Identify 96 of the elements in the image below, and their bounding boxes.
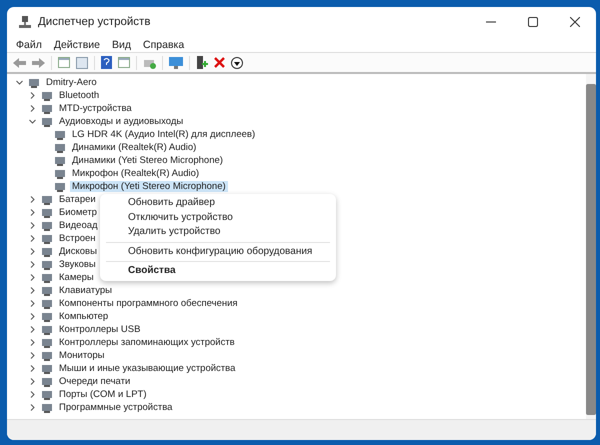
device-icon <box>41 232 53 244</box>
expand-chevron-icon[interactable] <box>28 196 36 203</box>
expand-chevron-icon[interactable] <box>28 378 36 385</box>
device-icon <box>41 90 53 102</box>
device-icon <box>41 206 53 218</box>
tree-item[interactable]: MTD-устройства <box>57 103 134 114</box>
context-menu-item[interactable]: Свойства <box>100 264 336 278</box>
monitor-icon[interactable] <box>169 56 183 68</box>
tree-item[interactable]: Мыши и иные указывающие устройства <box>57 363 238 374</box>
download-icon[interactable] <box>231 56 243 68</box>
tree-item[interactable]: Очереди печати <box>57 376 132 387</box>
expand-chevron-icon[interactable] <box>28 391 36 398</box>
expand-chevron-icon[interactable] <box>28 339 36 346</box>
device-icon <box>54 168 66 180</box>
device-icon <box>54 180 66 192</box>
expand-chevron-icon[interactable] <box>28 222 36 229</box>
tree-item[interactable]: Динамики (Realtek(R) Audio) <box>70 142 198 153</box>
expand-chevron-icon[interactable] <box>28 365 36 372</box>
device-icon <box>41 324 53 336</box>
menu-item[interactable]: Файл <box>16 38 42 50</box>
collapse-chevron-icon[interactable] <box>28 118 36 125</box>
tree-item[interactable]: Видеоад <box>57 220 100 231</box>
expand-chevron-icon[interactable] <box>28 92 36 99</box>
context-menu-item[interactable]: Отключить устройство <box>100 210 336 225</box>
expand-chevron-icon[interactable] <box>28 248 36 255</box>
tree-item[interactable]: Камеры <box>57 272 96 283</box>
tree-item[interactable]: Мониторы <box>57 350 106 361</box>
tree-item[interactable]: Bluetooth <box>57 90 102 101</box>
close-icon[interactable] <box>570 17 580 27</box>
device-icon <box>41 376 53 388</box>
tree-item[interactable]: Контроллеры запоминающих устройств <box>57 337 237 348</box>
expand-chevron-icon[interactable] <box>28 235 36 242</box>
menu-item[interactable]: Справка <box>143 38 184 50</box>
tree-item[interactable]: Биометр <box>57 207 99 218</box>
device-icon <box>41 402 53 414</box>
device-icon <box>41 310 53 322</box>
device-icon <box>54 154 66 166</box>
device-icon <box>41 298 53 310</box>
context-menu-item[interactable]: Удалить устройство <box>100 225 336 240</box>
expand-chevron-icon[interactable] <box>28 326 36 333</box>
tree-item[interactable]: Контроллеры USB <box>57 324 142 335</box>
tree-item[interactable]: Программные устройства <box>57 402 174 413</box>
context-menu-item[interactable]: Обновить конфигурацию оборудования <box>100 244 336 259</box>
expand-chevron-icon[interactable] <box>28 352 36 359</box>
expand-chevron-icon[interactable] <box>28 274 36 281</box>
expand-chevron-icon[interactable] <box>28 313 36 320</box>
expand-chevron-icon[interactable] <box>28 209 36 216</box>
expand-chevron-icon[interactable] <box>28 105 36 112</box>
device-add-icon[interactable] <box>196 56 208 69</box>
device-icon <box>41 272 53 284</box>
tree-item[interactable]: Компоненты программного обеспечения <box>57 298 240 309</box>
device-icon <box>41 388 53 400</box>
expand-chevron-icon[interactable] <box>28 261 36 268</box>
device-icon <box>54 128 66 140</box>
tree-item[interactable]: Микрофон (Realtek(R) Audio) <box>70 168 202 179</box>
menu-item[interactable]: Вид <box>112 38 131 50</box>
tree-item[interactable]: Аудиовходы и аудиовыходы <box>57 116 186 127</box>
tree-item[interactable]: Dmitry-Aero <box>44 77 99 88</box>
device-icon <box>41 284 53 296</box>
computer-icon <box>18 15 32 29</box>
delete-icon[interactable] <box>214 57 225 68</box>
tree-item[interactable]: Динамики (Yeti Stereo Microphone) <box>70 155 225 166</box>
device-icon <box>41 336 53 348</box>
tree-item[interactable]: Дисковы <box>57 246 99 257</box>
expand-chevron-icon[interactable] <box>28 300 36 307</box>
window-title: Диспетчер устройств <box>38 16 150 28</box>
window-icon[interactable] <box>58 57 70 68</box>
device-icon <box>41 258 53 270</box>
forward-arrow-icon[interactable] <box>32 58 45 68</box>
tree-item[interactable]: Компьютер <box>57 311 110 322</box>
tree-item[interactable]: Звуковы <box>57 259 98 270</box>
device-icon <box>41 220 53 232</box>
menu-item[interactable]: Действие <box>54 38 100 50</box>
help-icon[interactable] <box>101 56 112 69</box>
tree-item[interactable]: Батареи <box>57 194 98 205</box>
device-icon <box>54 142 66 154</box>
expand-chevron-icon[interactable] <box>28 287 36 294</box>
device-icon <box>41 116 53 128</box>
maximize-icon[interactable] <box>528 17 538 27</box>
tree-item[interactable]: Микрофон (Yeti Stereo Microphone) <box>70 181 228 192</box>
tree-item[interactable]: Порты (COM и LPT) <box>57 389 149 400</box>
device-icon <box>41 246 53 258</box>
tree-item[interactable]: Встроен <box>57 233 98 244</box>
back-arrow-icon[interactable] <box>13 58 26 68</box>
device-icon <box>28 76 40 88</box>
device-icon <box>41 362 53 374</box>
collapse-chevron-icon[interactable] <box>16 79 22 86</box>
device-icon <box>41 102 53 114</box>
device-icon <box>41 350 53 362</box>
tree-item[interactable]: Клавиатуры <box>57 285 114 296</box>
context-menu-item[interactable]: Обновить драйвер <box>100 196 336 210</box>
window-icon[interactable] <box>118 57 130 68</box>
expand-chevron-icon[interactable] <box>28 404 36 411</box>
scrollbar[interactable] <box>586 74 596 419</box>
device-icon <box>41 194 53 206</box>
tree-item[interactable]: LG HDR 4K (Аудио Intel(R) для дисплеев) <box>70 129 258 140</box>
